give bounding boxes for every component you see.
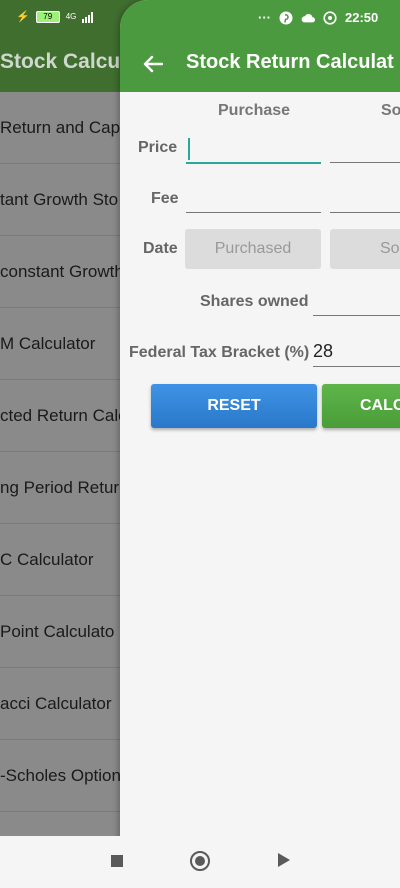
background-menu-item[interactable]: C Calculator [0,524,120,596]
cloud-icon [301,11,315,25]
pinterest-icon [279,11,293,25]
background-menu-item[interactable]: tant Growth Sto [0,164,120,236]
purchased-date-button[interactable]: Purchased [185,229,321,269]
shares-owned-input[interactable] [313,285,400,316]
calculate-button[interactable]: CALC [322,384,400,428]
background-menu-item[interactable]: cted Return Calc [0,380,120,452]
background-menu-item[interactable]: Return and Cap [0,92,120,164]
sold-column-header: So [381,102,400,119]
tax-bracket-label: Federal Tax Bracket (%) [129,344,310,361]
signal-icon [82,11,94,23]
background-menu-item[interactable]: M Calculator [0,308,120,380]
battery-level: 79 [43,12,53,21]
sold-price-input[interactable] [330,132,400,163]
date-label: Date [143,240,178,257]
back-triangle-icon[interactable] [278,853,290,867]
sold-date-button[interactable]: So [330,229,400,269]
background-menu-item[interactable]: acci Calculator [0,668,120,740]
status-icons: ··· 22:50 [258,10,378,25]
sold-fee-input[interactable] [330,182,400,213]
calculator-form: Purchase So Price Fee Date Purchased So … [120,92,400,836]
tax-bracket-value: 28 [313,341,334,361]
back-arrow-icon[interactable] [140,51,166,77]
purchase-column-header: Purchase [218,102,291,119]
shares-owned-label: Shares owned [200,293,309,310]
app-bar: Stock Return Calculat [120,38,400,92]
purchase-price-input[interactable] [186,132,321,164]
home-icon[interactable] [190,851,210,871]
network-type: 4G [65,12,77,21]
page-title: Stock Return Calculat [186,51,394,73]
background-menu-item[interactable]: Point Calculato [0,596,120,668]
reset-button[interactable]: RESET [151,384,317,428]
clock: 22:50 [345,10,379,25]
background-status-icons: ⚡ 79 4G [16,10,94,23]
text-cursor [188,138,190,160]
recents-icon[interactable] [111,855,123,867]
background-menu-item[interactable]: -Scholes Option [0,740,120,812]
fee-label: Fee [151,190,179,207]
background-menu-list: Return and Cap tant Growth Sto constant … [0,92,120,812]
stock-return-sheet: ··· 22:50 Stock Return Calculat Purchase… [120,0,400,888]
price-label: Price [138,139,178,156]
background-title: Stock Calcul [0,50,127,73]
purchase-fee-input[interactable] [186,182,321,213]
battery-icon: 79 [35,10,60,23]
system-nav-bar [0,836,400,888]
status-bar: ··· 22:50 [120,0,400,38]
background-menu-item[interactable]: ng Period Retur [0,452,120,524]
overflow-dots: ··· [258,10,271,25]
charging-icon: ⚡ [16,11,30,23]
background-menu-item[interactable]: constant Growth [0,236,120,308]
tax-bracket-input[interactable]: 28 [313,336,400,367]
whatsapp-icon [323,10,337,25]
